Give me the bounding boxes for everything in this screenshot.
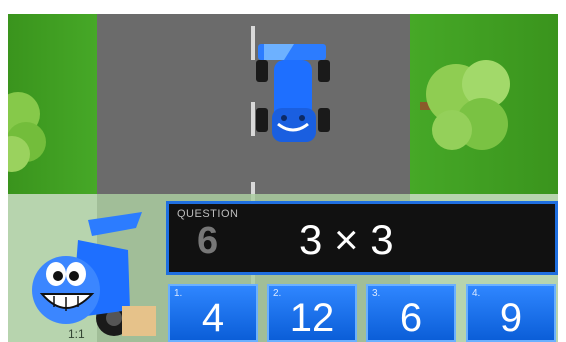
- question-text: 3 × 3: [299, 216, 394, 263]
- game-stage: 1:1 QUESTION 6 3 × 3 1. 4 2. 12 3. 6 4. …: [0, 0, 566, 342]
- answer-value: 4: [201, 296, 225, 340]
- answer-value: 9: [499, 296, 523, 340]
- answer-button-4[interactable]: 4. 9: [466, 284, 556, 342]
- hint-text: 1:1: [68, 327, 85, 341]
- tree-icon: [8, 92, 46, 172]
- answer-button-2[interactable]: 2. 12: [267, 284, 357, 342]
- blue-racecar-icon: [256, 44, 330, 142]
- question-number: 6: [197, 220, 219, 262]
- answer-button-3[interactable]: 3. 6: [366, 284, 456, 342]
- blue-racecar-mascot-icon: [32, 212, 156, 336]
- game-area: 1:1 QUESTION 6 3 × 3 1. 4 2. 12 3. 6 4. …: [8, 14, 558, 342]
- answer-value: 12: [289, 296, 335, 340]
- answer-value: 6: [399, 296, 423, 340]
- question-label: QUESTION: [177, 208, 239, 220]
- tree-icon: [420, 60, 510, 150]
- question-panel: QUESTION 6 3 × 3: [166, 201, 558, 275]
- answer-button-1[interactable]: 1. 4: [168, 284, 258, 342]
